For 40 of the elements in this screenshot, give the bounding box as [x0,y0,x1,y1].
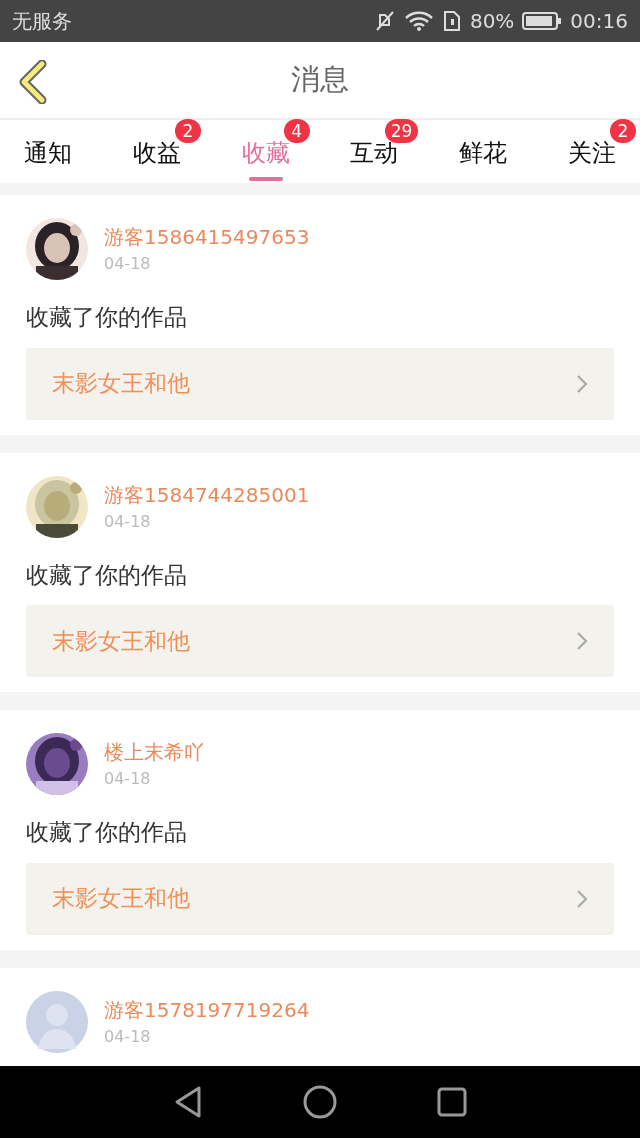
count-badge: 29 [384,119,419,143]
work-link[interactable]: 末影女王和他 [26,347,614,420]
tab[interactable]: 收藏 4 [221,119,310,183]
home-nav-icon[interactable] [303,1085,337,1119]
message-date: 04-18 [104,1025,152,1048]
message-date: 04-18 [104,768,152,790]
count-badge: 2 [610,119,636,143]
user-name[interactable]: 楼上末希吖 [104,737,204,767]
message-date: 04-18 [104,253,152,275]
user-name[interactable]: 游客1584744285001 [104,479,310,510]
message-text: 收藏了你的作品 [26,818,188,847]
message-date: 04-18 [104,510,152,533]
chevron-icon [576,373,588,394]
sim-icon [441,10,462,32]
count-badge: 4 [283,119,310,143]
back-icon[interactable] [18,60,48,104]
tab[interactable]: 通知 [4,119,92,183]
tab[interactable]: 收益 2 [112,119,201,183]
tab[interactable]: 关注 2 [548,119,636,183]
work-link[interactable]: 末影女王和他 [26,862,614,935]
message-text: 收藏了你的作品 [26,303,188,332]
chevron-icon [576,888,588,909]
work-link[interactable]: 末影女王和他 [26,605,614,677]
carrier-text: 无服务 [12,8,72,35]
clock-time: 00:16 [570,8,628,35]
tab[interactable]: 互动 29 [330,119,419,183]
back-nav-icon[interactable] [173,1085,203,1119]
battery-percent: 80% [469,8,515,35]
mute-icon [373,10,396,32]
message-text: 收藏了你的作品 [26,560,188,590]
avatar-icon [26,990,88,1053]
tab[interactable]: 鲜花 [439,119,528,183]
page-title: 消息 [291,61,349,99]
user-name[interactable]: 游客1586415497653 [104,222,310,252]
count-badge: 2 [174,119,201,143]
chevron-icon [576,631,588,651]
recent-apps-icon[interactable] [437,1087,467,1117]
user-name[interactable]: 游客1578197719264 [104,994,310,1025]
wifi-icon [403,10,434,32]
battery-icon [522,11,563,31]
